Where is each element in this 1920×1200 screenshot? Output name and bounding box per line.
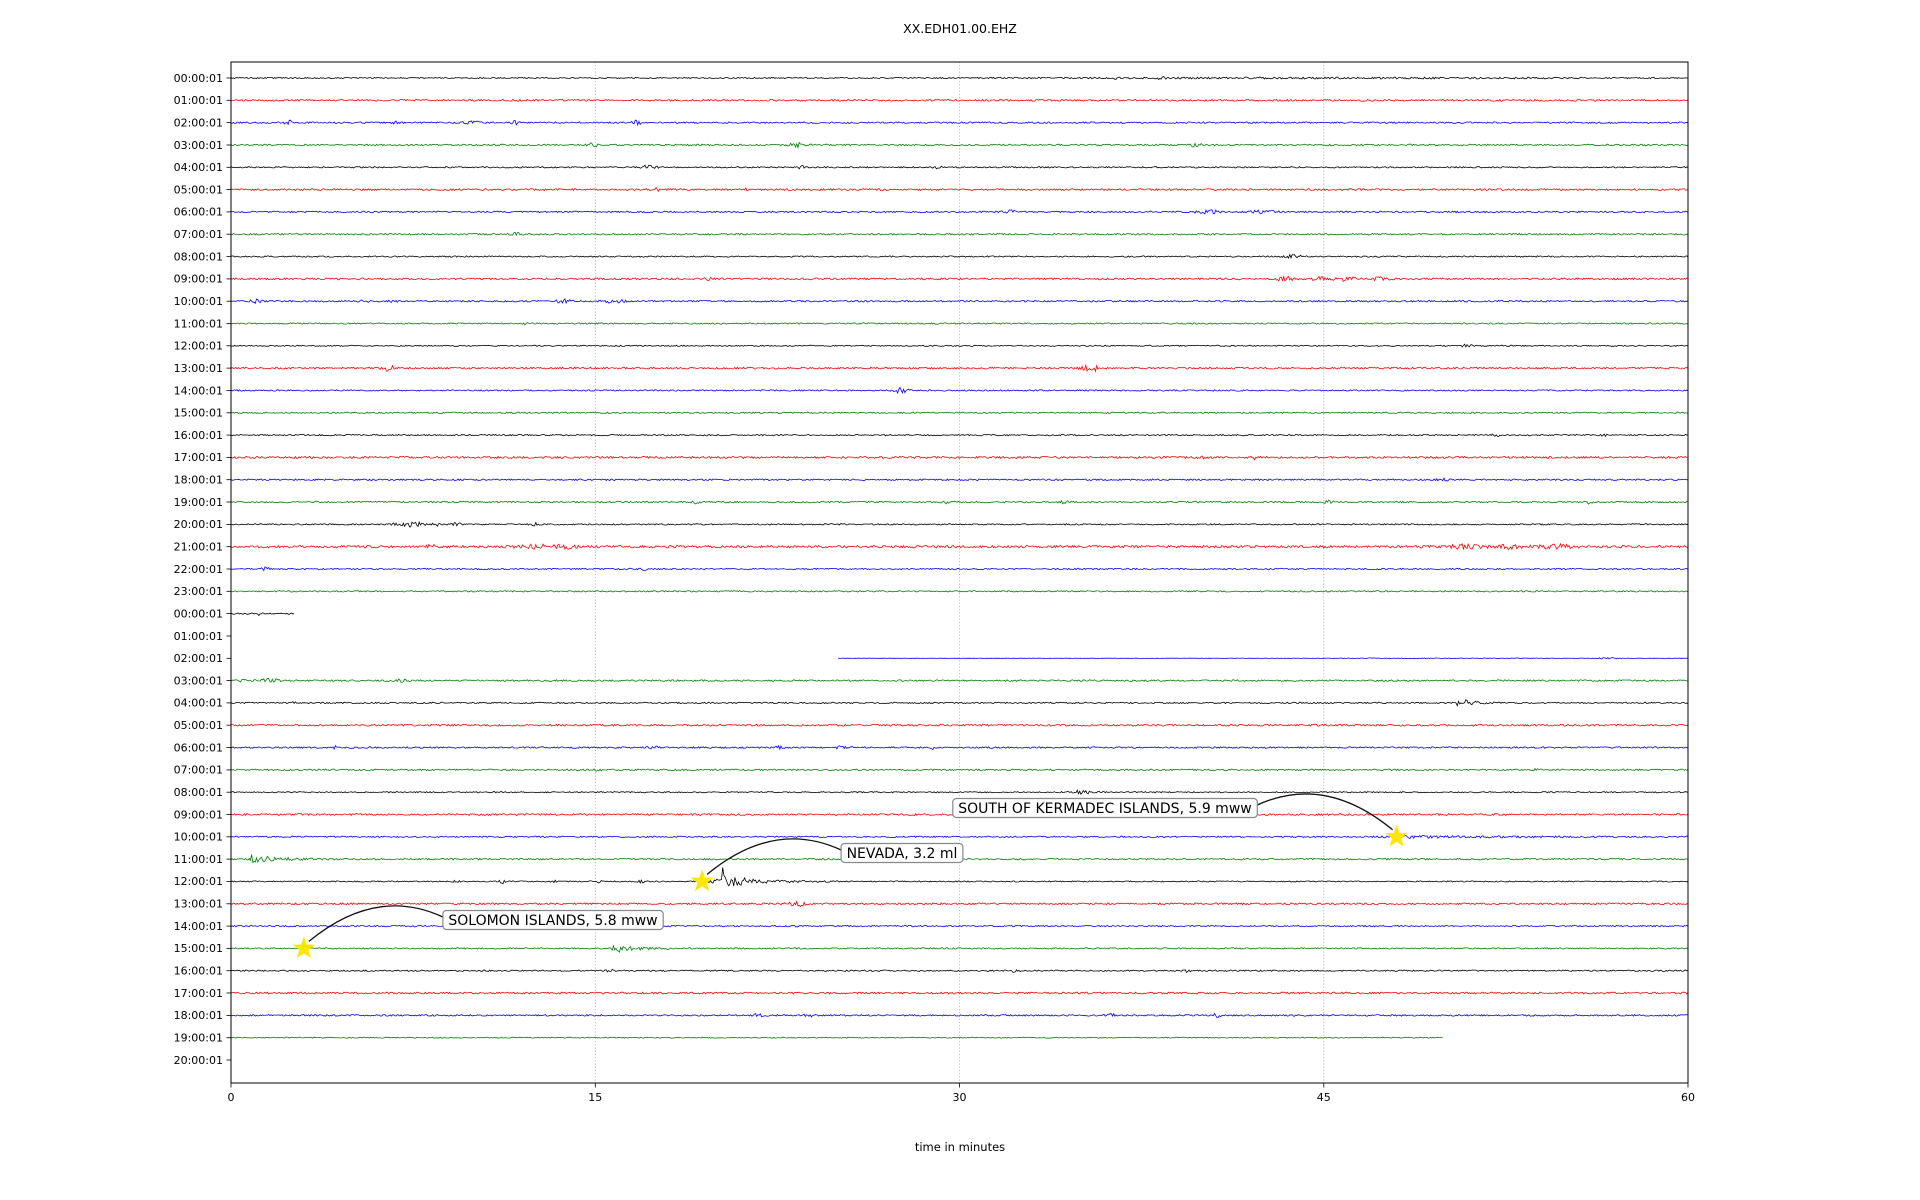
y-tick-label: 16:00:01 <box>174 965 223 978</box>
y-tick-label: 04:00:01 <box>174 161 223 174</box>
y-tick-label: 03:00:01 <box>174 674 223 687</box>
y-axis: 00:00:01 01:00:01 02:00:01 03:00:01 04:00:01… <box>174 72 231 1067</box>
y-tick-label: 19:00:01 <box>174 1032 223 1045</box>
trace-row <box>230 411 1689 415</box>
y-tick-label: 12:00:01 <box>174 340 223 353</box>
y-tick-label: 10:00:01 <box>174 295 223 308</box>
trace-row <box>230 141 1689 149</box>
gridlines <box>594 62 1325 1083</box>
x-tick-label: 30 <box>953 1091 967 1104</box>
trace-row <box>231 1036 1443 1039</box>
x-tick-label: 60 <box>1681 1091 1695 1104</box>
y-tick-label: 15:00:01 <box>174 942 223 955</box>
y-tick-label: 03:00:01 <box>174 139 223 152</box>
trace-row <box>230 612 295 617</box>
event-annotation-label: NEVADA, 3.2 ml <box>847 846 958 862</box>
y-tick-label: 06:00:01 <box>174 741 223 754</box>
trace-row <box>230 76 1689 81</box>
y-tick-label: 12:00:01 <box>174 875 223 888</box>
trace-row <box>230 699 1689 707</box>
y-tick-label: 13:00:01 <box>174 362 223 375</box>
y-tick-label: 04:00:01 <box>174 697 223 710</box>
y-tick-label: 10:00:01 <box>174 831 223 844</box>
x-axis-label: time in minutes <box>914 1140 1006 1154</box>
event-annotations: SOUTH OF KERMADEC ISLANDS, 5.9 mww NEVADA… <box>292 793 1408 959</box>
trace-row <box>231 119 1689 127</box>
trace-row <box>230 991 1689 995</box>
y-tick-label: 08:00:01 <box>174 786 223 799</box>
event-annotation: NEVADA, 3.2 ml <box>706 838 964 875</box>
trace-row <box>838 657 1688 660</box>
y-tick-label: 18:00:01 <box>174 474 223 487</box>
trace-row <box>230 767 1689 772</box>
annotation-connector <box>308 905 444 942</box>
annotation-connector <box>706 838 842 875</box>
y-tick-label: 17:00:01 <box>174 987 223 1000</box>
chart-title: XX.EDH01.00.EHZ <box>903 21 1017 36</box>
trace-row <box>230 834 1689 840</box>
y-tick-label: 14:00:01 <box>174 920 223 933</box>
annotation-connector <box>1256 793 1394 831</box>
y-tick-label: 07:00:01 <box>174 764 223 777</box>
y-tick-label: 19:00:01 <box>174 496 223 509</box>
y-tick-label: 16:00:01 <box>174 429 223 442</box>
trace-row <box>230 343 1689 348</box>
y-tick-label: 21:00:01 <box>174 541 223 554</box>
trace-rows <box>230 76 1689 1039</box>
y-tick-label: 09:00:01 <box>174 273 223 286</box>
y-tick-label: 17:00:01 <box>174 451 223 464</box>
trace-row <box>230 566 1689 572</box>
y-tick-label: 11:00:01 <box>174 317 223 330</box>
x-tick-label: 15 <box>588 1091 602 1104</box>
y-tick-label: 13:00:01 <box>174 898 223 911</box>
y-tick-label: 02:00:01 <box>174 116 223 129</box>
y-tick-label: 07:00:01 <box>174 228 223 241</box>
y-tick-label: 02:00:01 <box>174 652 223 665</box>
y-tick-label: 06:00:01 <box>174 206 223 219</box>
y-tick-label: 20:00:01 <box>174 518 223 531</box>
y-tick-label: 05:00:01 <box>174 719 223 732</box>
event-annotation: SOLOMON ISLANDS, 5.8 mww <box>308 905 664 942</box>
y-tick-label: 22:00:01 <box>174 563 223 576</box>
y-tick-label: 00:00:01 <box>174 607 223 620</box>
y-tick-label: 08:00:01 <box>174 250 223 263</box>
event-annotation-label: SOUTH OF KERMADEC ISLANDS, 5.9 mww <box>958 801 1251 817</box>
event-annotation: SOUTH OF KERMADEC ISLANDS, 5.9 mww <box>952 793 1394 831</box>
x-tick-label: 45 <box>1317 1091 1331 1104</box>
y-tick-label: 20:00:01 <box>174 1054 223 1067</box>
seismogram-figure: 00:00:01 01:00:01 02:00:01 03:00:01 04:00:01… <box>0 0 1920 1200</box>
y-tick-label: 05:00:01 <box>174 183 223 196</box>
trace-row <box>230 231 1689 237</box>
y-tick-label: 09:00:01 <box>174 808 223 821</box>
trace-row <box>230 1012 1689 1019</box>
y-tick-label: 18:00:01 <box>174 1009 223 1022</box>
y-tick-label: 23:00:01 <box>174 585 223 598</box>
y-tick-label: 01:00:01 <box>174 630 223 643</box>
helicorder-plot: 00:00:01 01:00:01 02:00:01 03:00:01 04:00:01… <box>174 61 1695 1104</box>
trace-row <box>230 98 1689 102</box>
x-tick-label: 0 <box>228 1091 235 1104</box>
y-tick-label: 15:00:01 <box>174 407 223 420</box>
trace-row <box>230 968 1689 974</box>
y-tick-label: 01:00:01 <box>174 94 223 107</box>
y-tick-label: 11:00:01 <box>174 853 223 866</box>
x-axis: 0 15 30 45 60 <box>228 1083 1695 1104</box>
trace-row <box>230 867 1689 887</box>
trace-row <box>230 789 1689 795</box>
event-star-icon <box>1385 824 1408 847</box>
y-tick-label: 00:00:01 <box>174 72 223 85</box>
event-annotation-label: SOLOMON ISLANDS, 5.8 mww <box>448 913 657 929</box>
trace-row <box>230 433 1689 438</box>
y-tick-label: 14:00:01 <box>174 384 223 397</box>
